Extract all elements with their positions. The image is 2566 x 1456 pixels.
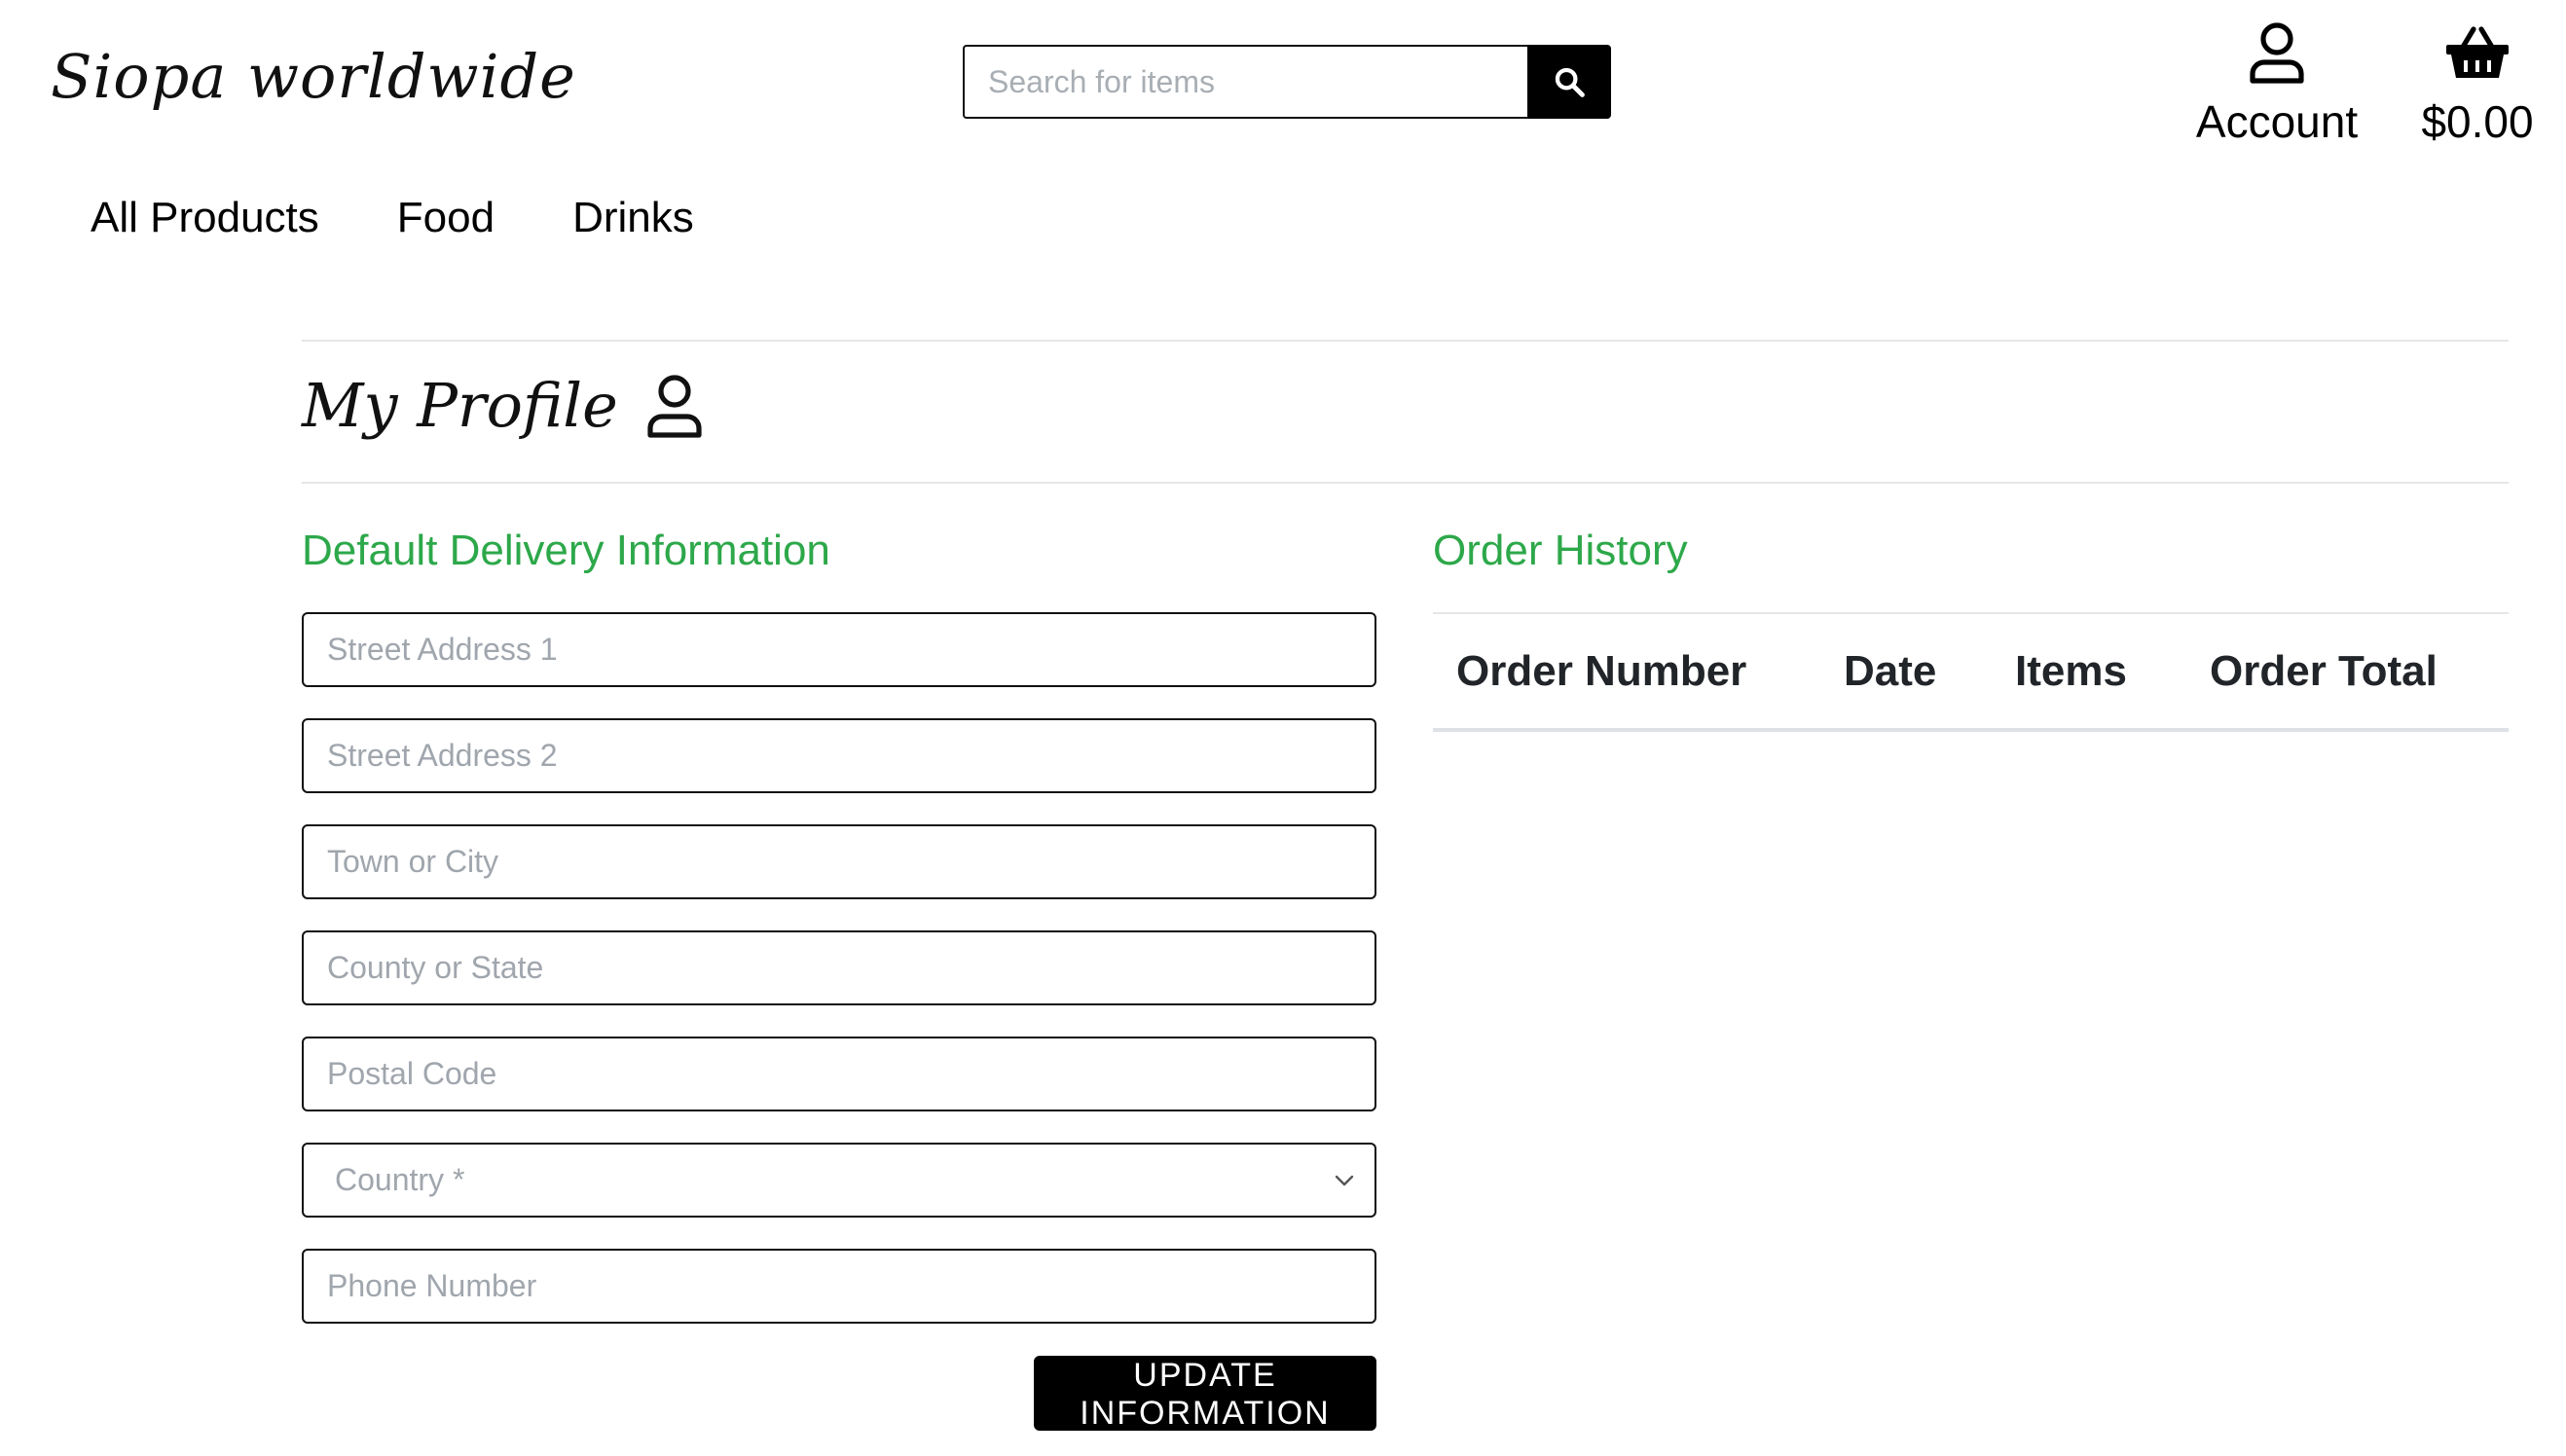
table-header-row: Order Number Date Items Order Total xyxy=(1433,612,2509,732)
update-information-button[interactable]: UPDATE INFORMATION xyxy=(1034,1356,1376,1432)
user-icon xyxy=(647,374,702,438)
search-button[interactable] xyxy=(1527,45,1611,119)
town-city-field[interactable] xyxy=(302,824,1376,899)
search-input[interactable] xyxy=(963,45,1527,119)
page: Siopa worldwide Account $0.00 All Pro xyxy=(0,0,2566,1456)
phone-number-field[interactable] xyxy=(302,1249,1376,1324)
search-form xyxy=(963,45,1611,119)
order-history-heading: Order History xyxy=(1433,527,1688,574)
nav-food[interactable]: Food xyxy=(397,191,495,245)
basket-total: $0.00 xyxy=(2421,96,2534,147)
basket-icon xyxy=(2446,26,2509,78)
search-icon xyxy=(1555,67,1585,97)
country-select[interactable]: Country * xyxy=(302,1143,1376,1218)
chevron-down-icon xyxy=(1335,1175,1354,1185)
account-label: Account xyxy=(2195,96,2359,147)
order-history-table: Order Number Date Items Order Total xyxy=(1433,612,2509,732)
column-order-number: Order Number xyxy=(1433,612,1820,732)
account-link[interactable]: Account xyxy=(2194,21,2360,149)
nav-all-products[interactable]: All Products xyxy=(91,191,319,245)
postal-code-field[interactable] xyxy=(302,1037,1376,1111)
column-items: Items xyxy=(1992,612,2186,732)
user-icon xyxy=(2250,22,2304,84)
street-address-1-field[interactable] xyxy=(302,612,1376,687)
nav-drinks[interactable]: Drinks xyxy=(572,191,694,245)
column-date: Date xyxy=(1820,612,1992,732)
delivery-heading: Default Delivery Information xyxy=(302,527,830,574)
column-order-total: Order Total xyxy=(2186,612,2509,732)
divider-bottom xyxy=(302,482,2509,484)
basket-link[interactable]: $0.00 xyxy=(2404,21,2550,149)
site-logo[interactable]: Siopa worldwide xyxy=(51,41,576,112)
county-state-field[interactable] xyxy=(302,930,1376,1005)
profile-heading: My Profile xyxy=(302,370,704,441)
street-address-2-field[interactable] xyxy=(302,718,1376,793)
main-nav: All Products Food Drinks xyxy=(91,191,694,245)
page-title: My Profile xyxy=(302,370,618,441)
divider-top xyxy=(302,340,2509,342)
country-select-value: Country * xyxy=(335,1162,465,1197)
